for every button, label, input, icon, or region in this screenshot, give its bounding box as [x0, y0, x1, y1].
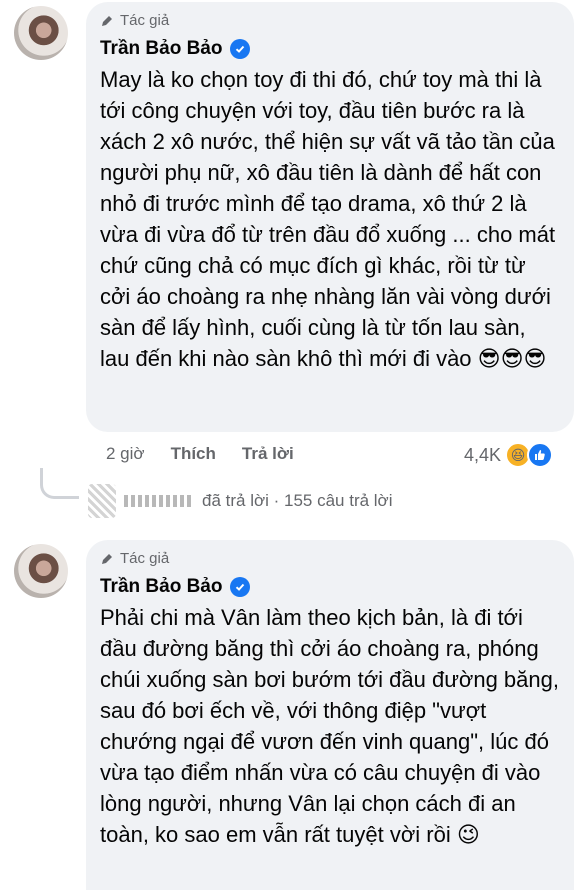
sunglasses-emoji: 😎😎😎	[477, 346, 547, 371]
author-avatar[interactable]	[14, 6, 68, 60]
comment-bubble: Tác giả Trần Bảo Bảo Phải chi mà Vân làm…	[86, 540, 574, 890]
author-name[interactable]: Trần Bảo Bảo	[100, 38, 222, 60]
reaction-count: 4,4K	[464, 444, 502, 465]
comment-time[interactable]: 2 giờ	[106, 444, 145, 464]
author-name-row: Trần Bảo Bảo	[100, 576, 251, 598]
pen-icon	[102, 553, 112, 564]
author-badge-label: Tác giả	[120, 12, 170, 29]
author-badge: Tác giả	[100, 12, 169, 29]
reply-button[interactable]: Trả lời	[242, 444, 294, 464]
like-reaction-icon	[527, 442, 554, 468]
reaction-summary[interactable]: 4,4K 😆	[464, 442, 554, 468]
like-button[interactable]: Thích	[171, 444, 216, 464]
author-name-row: Trần Bảo Bảo	[100, 38, 251, 60]
verified-badge-icon	[230, 577, 251, 597]
author-name[interactable]: Trần Bảo Bảo	[100, 576, 222, 598]
author-avatar[interactable]	[14, 544, 68, 598]
replier-avatar	[88, 484, 116, 518]
comment-text: May là ko chọn toy đi thi đó, chứ toy mà…	[100, 67, 556, 371]
pen-icon	[102, 15, 112, 26]
comment-actions: 2 giờ Thích Trả lời	[106, 444, 320, 464]
comment-bubble: Tác giả Trần Bảo Bảo May là ko chọn toy …	[86, 2, 574, 432]
author-badge: Tác giả	[100, 550, 169, 567]
reply-thread-line	[40, 468, 79, 499]
comment-text: Phải chi mà Vân làm theo kịch bản, là đi…	[100, 605, 559, 847]
author-badge-label: Tác giả	[120, 550, 170, 567]
replier-name-blurred	[124, 495, 194, 507]
replies-summary: đã trả lời · 155 câu trả lời	[202, 491, 393, 510]
wink-emoji: 😉	[456, 822, 480, 847]
verified-badge-icon	[230, 39, 251, 59]
view-replies-link[interactable]: đã trả lời · 155 câu trả lời	[88, 484, 393, 518]
